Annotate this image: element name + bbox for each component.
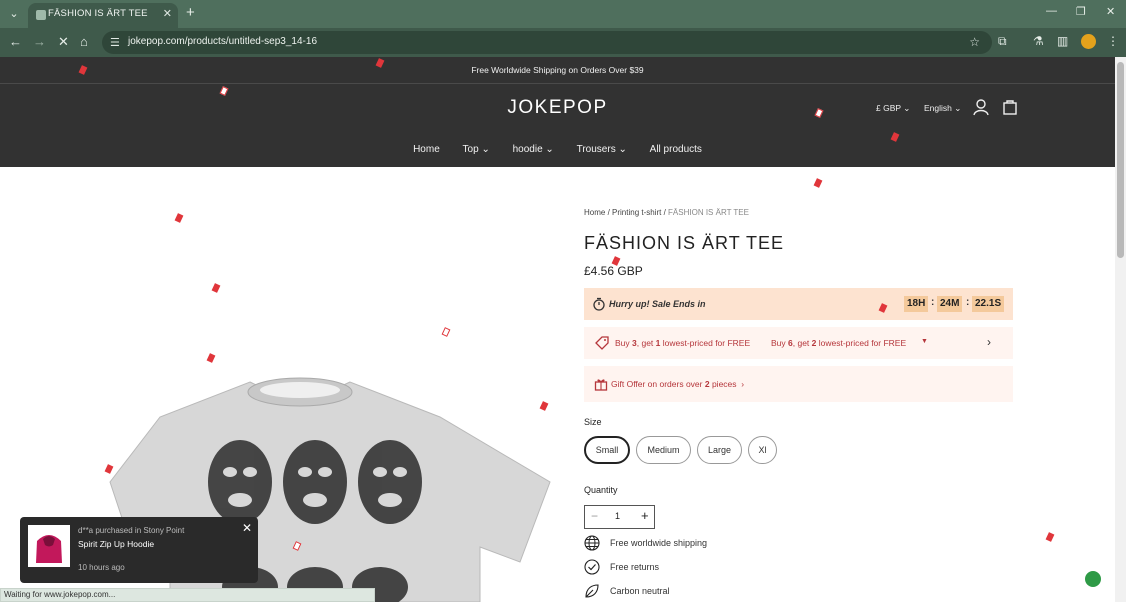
sale-text: Hurry up! Sale Ends in xyxy=(609,299,706,309)
feature-shipping-text: Free worldwide shipping xyxy=(610,538,708,548)
favicon-icon xyxy=(36,10,46,20)
countdown-hours: 18H xyxy=(904,296,929,312)
stopwatch-icon xyxy=(593,297,605,311)
product-title: FÄSHION IS ÄRT TEE xyxy=(584,233,785,253)
price-tag-icon xyxy=(595,336,609,350)
feature-carbon-text: Carbon neutral xyxy=(610,586,670,596)
language-selector[interactable]: English ⌄ xyxy=(924,103,961,114)
nav-hoodie[interactable]: hoodie ⌄ xyxy=(513,144,554,155)
breadcrumb-home[interactable]: Home xyxy=(584,208,605,217)
feature-returns-text: Free returns xyxy=(610,562,660,572)
leaf-icon xyxy=(585,584,599,598)
tab-list-chevron-icon[interactable]: ⌄ xyxy=(4,4,24,24)
announcement-bar: Free Worldwide Shipping on Orders Over $… xyxy=(0,57,1115,84)
nav-top[interactable]: Top ⌄ xyxy=(463,144,490,155)
product-price: £4.56 GBP xyxy=(584,264,643,278)
tab-close-icon[interactable]: ✕ xyxy=(163,7,172,20)
quantity-value[interactable]: 1 xyxy=(615,511,620,521)
check-circle-icon xyxy=(584,559,600,575)
quantity-label: Quantity xyxy=(584,485,618,495)
countdown-minutes: 24M xyxy=(937,296,963,312)
profile-avatar[interactable] xyxy=(1081,34,1096,49)
breadcrumb-category[interactable]: Printing t-shirt xyxy=(612,208,661,217)
confetti-decoration xyxy=(1045,532,1055,542)
lab-flask-icon[interactable]: ⚗ xyxy=(1033,34,1044,48)
scrollbar-thumb[interactable] xyxy=(1117,62,1124,258)
hoodie-thumbnail xyxy=(28,525,70,567)
size-option-medium[interactable]: Medium xyxy=(636,436,691,464)
stop-loading-icon[interactable]: ✕ xyxy=(58,34,69,50)
quantity-minus-button[interactable]: − xyxy=(591,509,598,523)
window-close-icon[interactable]: ✕ xyxy=(1106,5,1115,18)
nav-all-products[interactable]: All products xyxy=(650,144,702,155)
home-icon[interactable]: ⌂ xyxy=(80,34,88,50)
offer-dropdown-caret-icon[interactable]: ▼ xyxy=(921,338,928,345)
gift-icon xyxy=(594,379,608,391)
popup-buyer-text: d**a purchased in Stony Point xyxy=(78,526,185,535)
browser-status-bar: Waiting for www.jokepop.com... xyxy=(0,588,375,602)
confetti-decoration xyxy=(206,353,216,363)
new-tab-plus-icon[interactable]: + xyxy=(186,4,195,22)
side-panel-icon[interactable]: ▥ xyxy=(1057,34,1068,48)
countdown-separator: : xyxy=(931,297,935,308)
globe-icon xyxy=(584,535,600,551)
size-option-xl[interactable]: Xl xyxy=(748,436,777,464)
confetti-decoration xyxy=(813,178,823,188)
extensions-puzzle-icon[interactable]: ⧉ xyxy=(998,34,1007,49)
offer-buy-3: Buy 3, get 1 lowest-priced for FREE xyxy=(615,338,751,348)
forward-arrow-icon[interactable]: → xyxy=(33,34,46,50)
size-option-small[interactable]: Small xyxy=(584,436,630,464)
breadcrumb-current: FĀSHION IS ÄRT TEE xyxy=(668,208,749,217)
chat-widget-icon[interactable] xyxy=(1085,571,1101,587)
nav-home[interactable]: Home xyxy=(413,144,440,155)
popup-time: 10 hours ago xyxy=(78,563,125,572)
site-header: JOKEPOP £ GBP ⌄ English ⌄ Home Top ⌄ hoo… xyxy=(0,84,1115,167)
back-arrow-icon[interactable]: ← xyxy=(9,34,22,50)
main-navigation: Home Top ⌄ hoodie ⌄ Trousers ⌄ All produ… xyxy=(0,144,1115,158)
site-info-icon[interactable]: ☰ xyxy=(110,36,120,49)
tab-title: FĀSHION IS ÄRT TEE xyxy=(48,8,148,19)
nav-trousers[interactable]: Trousers ⌄ xyxy=(577,144,627,155)
account-user-icon[interactable] xyxy=(972,98,990,116)
size-option-large[interactable]: Large xyxy=(697,436,742,464)
browser-menu-icon[interactable]: ⋮ xyxy=(1107,34,1119,48)
quantity-stepper: − 1 + xyxy=(584,505,655,529)
cart-bag-icon[interactable] xyxy=(1001,98,1019,116)
confetti-decoration xyxy=(174,213,184,223)
address-bar[interactable]: ☰ jokepop.com/products/untitled-sep3_14-… xyxy=(102,31,992,54)
gift-offer-bar[interactable]: Gift Offer on orders over 2 pieces › xyxy=(584,366,1013,402)
size-label: Size xyxy=(584,417,602,427)
url-text: jokepop.com/products/untitled-sep3_14-16 xyxy=(128,36,318,47)
browser-toolbar: ← → ✕ ⌂ ☰ jokepop.com/products/untitled-… xyxy=(0,28,1126,57)
countdown-seconds: 22.1S xyxy=(972,296,1005,312)
restore-icon[interactable]: ❐ xyxy=(1076,5,1086,18)
chevron-right-icon[interactable]: › xyxy=(987,335,991,349)
popup-close-icon[interactable]: ✕ xyxy=(242,521,252,535)
currency-selector[interactable]: £ GBP ⌄ xyxy=(876,103,910,114)
web-page: Free Worldwide Shipping on Orders Over $… xyxy=(0,57,1115,602)
quantity-plus-button[interactable]: + xyxy=(641,508,649,523)
browser-tab-bar: ⌄ FĀSHION IS ÄRT TEE ✕ + — ❐ ✕ xyxy=(0,0,1126,28)
recent-purchase-popup[interactable]: d**a purchased in Stony Point Spirit Zip… xyxy=(20,517,258,583)
confetti-decoration xyxy=(441,327,451,337)
breadcrumb: Home / Printing t-shirt / FĀSHION IS ÄRT… xyxy=(584,208,749,217)
countdown-separator: : xyxy=(966,297,970,308)
confetti-decoration xyxy=(211,283,221,293)
popup-product-name[interactable]: Spirit Zip Up Hoodie xyxy=(78,539,154,549)
browser-tab-active[interactable]: FĀSHION IS ÄRT TEE ✕ xyxy=(28,3,178,28)
minimize-icon[interactable]: — xyxy=(1046,5,1057,17)
offer-buy-6: Buy 6, get 2 lowest-priced for FREE xyxy=(771,338,907,348)
bundle-offer-bar[interactable]: Buy 3, get 1 lowest-priced for FREE Buy … xyxy=(584,327,1013,359)
bookmark-star-icon[interactable]: ☆ xyxy=(969,35,980,49)
sale-countdown-banner: Hurry up! Sale Ends in 18H : 24M : 22.1S xyxy=(584,288,1013,320)
gift-offer-text: Gift Offer on orders over 2 pieces › xyxy=(611,379,745,389)
